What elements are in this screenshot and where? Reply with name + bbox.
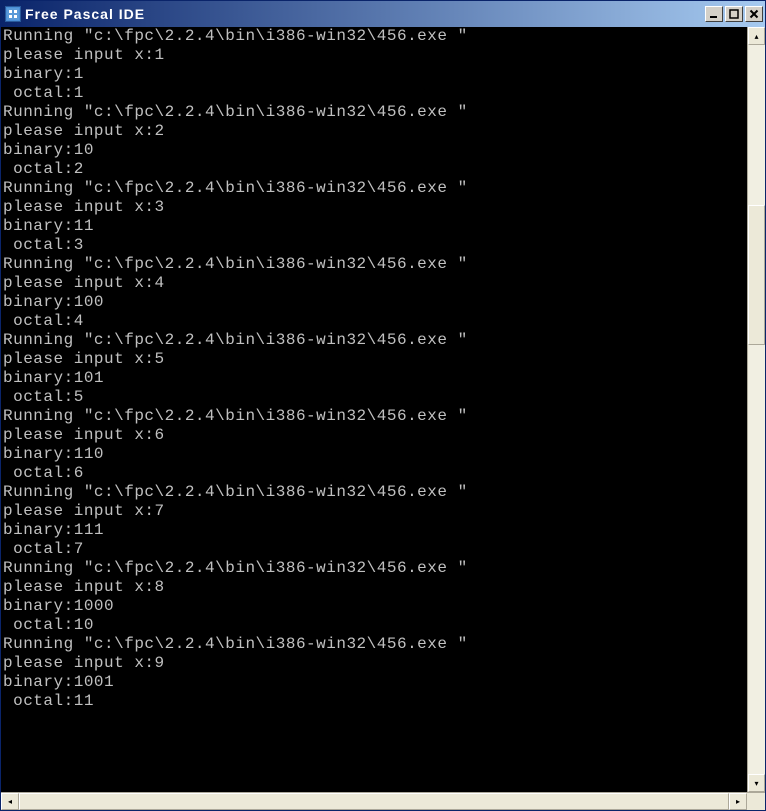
- console-line: octal:5: [3, 388, 745, 407]
- window: Free Pascal IDE Running "c:\fpc\2.2.4\bi…: [0, 0, 766, 811]
- console-line: please input x:6: [3, 426, 745, 445]
- console-line: octal:11: [3, 692, 745, 711]
- minimize-button[interactable]: [705, 6, 723, 22]
- console-line: please input x:7: [3, 502, 745, 521]
- console-line: Running "c:\fpc\2.2.4\bin\i386-win32\456…: [3, 103, 745, 122]
- console-output[interactable]: Running "c:\fpc\2.2.4\bin\i386-win32\456…: [1, 27, 747, 792]
- console-line: binary:101: [3, 369, 745, 388]
- console-line: octal:1: [3, 84, 745, 103]
- console-line: octal:6: [3, 464, 745, 483]
- console-line: octal:2: [3, 160, 745, 179]
- vertical-scroll-track[interactable]: [748, 45, 765, 774]
- maximize-button[interactable]: [725, 6, 743, 22]
- console-line: Running "c:\fpc\2.2.4\bin\i386-win32\456…: [3, 483, 745, 502]
- console-line: Running "c:\fpc\2.2.4\bin\i386-win32\456…: [3, 27, 745, 46]
- console-line: binary:10: [3, 141, 745, 160]
- console-line: binary:1001: [3, 673, 745, 692]
- console-line: octal:7: [3, 540, 745, 559]
- vertical-scrollbar: ▴ ▾: [747, 27, 765, 792]
- console-line: binary:1: [3, 65, 745, 84]
- console-line: Running "c:\fpc\2.2.4\bin\i386-win32\456…: [3, 331, 745, 350]
- left-arrow-icon: ◂: [8, 797, 12, 806]
- console-line: Running "c:\fpc\2.2.4\bin\i386-win32\456…: [3, 179, 745, 198]
- console-line: Running "c:\fpc\2.2.4\bin\i386-win32\456…: [3, 559, 745, 578]
- console-line: binary:1000: [3, 597, 745, 616]
- console-line: octal:10: [3, 616, 745, 635]
- down-arrow-icon: ▾: [754, 779, 758, 788]
- content-area: Running "c:\fpc\2.2.4\bin\i386-win32\456…: [1, 27, 765, 792]
- console-line: Running "c:\fpc\2.2.4\bin\i386-win32\456…: [3, 635, 745, 654]
- console-line: please input x:9: [3, 654, 745, 673]
- titlebar[interactable]: Free Pascal IDE: [1, 1, 765, 27]
- console-line: octal:3: [3, 236, 745, 255]
- console-line: please input x:4: [3, 274, 745, 293]
- console-line: binary:100: [3, 293, 745, 312]
- app-icon: [5, 6, 21, 22]
- console-line: please input x:3: [3, 198, 745, 217]
- console-line: please input x:2: [3, 122, 745, 141]
- console-line: binary:110: [3, 445, 745, 464]
- scroll-up-button[interactable]: ▴: [748, 27, 765, 45]
- scrollbar-corner: [747, 793, 765, 810]
- up-arrow-icon: ▴: [754, 32, 758, 41]
- console-line: please input x:1: [3, 46, 745, 65]
- console-line: octal:4: [3, 312, 745, 331]
- console-line: binary:11: [3, 217, 745, 236]
- right-arrow-icon: ▸: [736, 797, 740, 806]
- scroll-down-button[interactable]: ▾: [748, 774, 765, 792]
- console-line: please input x:8: [3, 578, 745, 597]
- horizontal-scrollbar: ◂ ▸: [1, 792, 765, 810]
- titlebar-buttons: [705, 6, 763, 22]
- scroll-right-button[interactable]: ▸: [729, 793, 747, 810]
- horizontal-scroll-thumb[interactable]: [19, 793, 729, 810]
- window-title: Free Pascal IDE: [25, 6, 705, 22]
- scroll-left-button[interactable]: ◂: [1, 793, 19, 810]
- horizontal-scroll-track[interactable]: [19, 793, 729, 810]
- close-button[interactable]: [745, 6, 763, 22]
- console-line: binary:111: [3, 521, 745, 540]
- console-line: Running "c:\fpc\2.2.4\bin\i386-win32\456…: [3, 407, 745, 426]
- vertical-scroll-thumb[interactable]: [748, 205, 765, 345]
- console-line: please input x:5: [3, 350, 745, 369]
- console-line: Running "c:\fpc\2.2.4\bin\i386-win32\456…: [3, 255, 745, 274]
